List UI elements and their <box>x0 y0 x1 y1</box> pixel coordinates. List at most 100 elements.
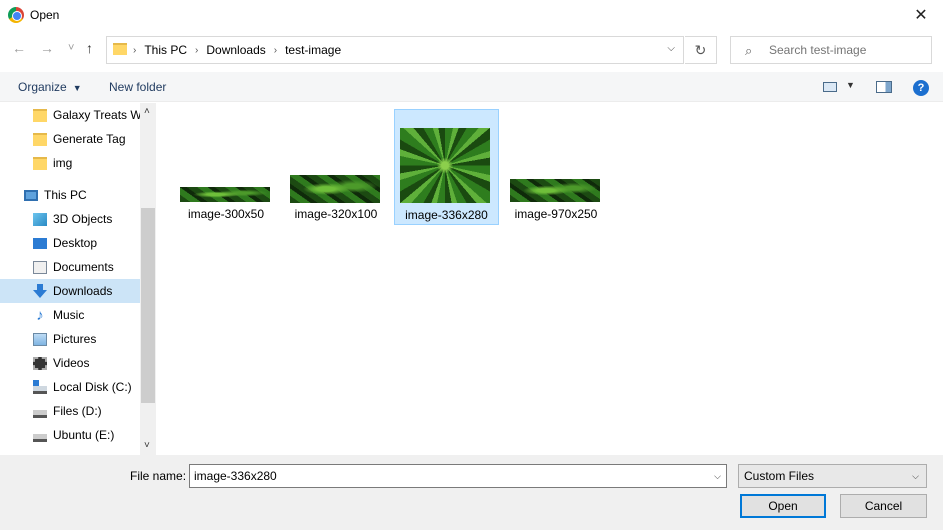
3d-objects-icon <box>33 212 47 226</box>
sidebar-item-label: Downloads <box>53 284 113 298</box>
chevron-right-icon[interactable]: › <box>195 45 198 56</box>
file-name: image-300x50 <box>187 207 265 221</box>
toolbar: Organize ▼ New folder ▼ ? <box>0 72 943 102</box>
back-arrow-icon[interactable]: ← <box>12 40 26 56</box>
folder-icon <box>113 43 127 55</box>
folder-icon <box>33 132 47 146</box>
search-icon: ⌕ <box>745 43 753 58</box>
organize-button[interactable]: Organize ▼ <box>18 80 82 94</box>
computer-icon <box>24 189 38 201</box>
sidebar-item-label: Ubuntu (E:) <box>53 428 115 442</box>
sidebar-item-videos[interactable]: Videos <box>0 351 140 375</box>
file-name: image-320x100 <box>294 207 378 221</box>
navigation-pane: Galaxy Treats We Generate Tag img This P… <box>0 103 156 455</box>
organize-label: Organize <box>18 80 67 94</box>
search-box[interactable]: ⌕ <box>730 36 932 64</box>
sidebar-item-img[interactable]: img <box>0 151 140 175</box>
chevron-up-icon[interactable]: ˄ <box>144 106 150 117</box>
breadcrumb-downloads[interactable]: Downloads <box>206 43 265 57</box>
file-list: image-300x50 image-320x100 image-336x280… <box>158 103 943 455</box>
local-disk-icon <box>33 379 47 394</box>
music-icon: ♪ <box>36 306 44 324</box>
downloads-icon <box>33 284 47 298</box>
sidebar-item-label: img <box>53 156 73 170</box>
close-button[interactable]: ✕ <box>899 0 943 30</box>
chevron-right-icon[interactable]: › <box>274 45 277 56</box>
documents-icon <box>33 260 47 274</box>
image-thumbnail <box>180 187 270 202</box>
up-arrow-icon[interactable]: ↑ <box>86 40 93 56</box>
sidebar-item-local-disk-c[interactable]: Local Disk (C:) <box>0 375 140 399</box>
sidebar-item-generate-tag[interactable]: Generate Tag <box>0 127 140 151</box>
sidebar-item-music[interactable]: ♪ Music <box>0 303 140 327</box>
sidebar-item-label: Local Disk (C:) <box>53 380 132 394</box>
cancel-button[interactable]: Cancel <box>840 494 927 518</box>
file-item[interactable]: image-970x250 <box>506 173 606 221</box>
chevron-down-icon[interactable]: ⌵ <box>714 471 721 482</box>
scrollbar-thumb[interactable] <box>141 208 155 403</box>
file-item[interactable]: image-320x100 <box>286 171 386 221</box>
sidebar-item-label: Videos <box>53 356 90 370</box>
chevron-down-icon[interactable]: ⌵ <box>912 471 919 482</box>
sidebar-item-label: Documents <box>53 260 114 274</box>
drive-icon <box>33 409 47 418</box>
sidebar-item-label: This PC <box>44 188 87 202</box>
pictures-icon <box>33 332 47 346</box>
chevron-right-icon: › <box>133 44 137 56</box>
window-title: Open <box>30 8 60 22</box>
sidebar-item-label: Generate Tag <box>53 132 126 146</box>
recent-locations-icon[interactable]: ˅ <box>68 42 74 54</box>
sidebar-item-label: Files (D:) <box>53 404 102 418</box>
address-bar[interactable]: › This PC › Downloads › test-image ⌵ <box>106 36 684 64</box>
refresh-button[interactable]: ↻ <box>685 36 717 64</box>
sidebar-item-ubuntu-e[interactable]: Ubuntu (E:) <box>0 423 140 447</box>
file-item-selected[interactable]: image-336x280 <box>394 109 499 225</box>
sidebar-item-3d-objects[interactable]: 3D Objects <box>0 207 140 231</box>
sidebar-item-label: Desktop <box>53 236 98 250</box>
chevron-down-icon[interactable]: ˅ <box>144 440 150 451</box>
search-input[interactable] <box>769 41 927 59</box>
breadcrumb-this-pc[interactable]: This PC <box>144 43 187 57</box>
sidebar-item-label: Music <box>53 308 85 322</box>
file-name: image-970x250 <box>514 207 598 221</box>
new-folder-button[interactable]: New folder <box>109 80 166 94</box>
file-name-field[interactable]: image-336x280 ⌵ <box>189 464 727 488</box>
help-icon[interactable]: ? <box>913 80 929 96</box>
open-button[interactable]: Open <box>740 494 826 518</box>
sidebar-item-documents[interactable]: Documents <box>0 255 140 279</box>
sidebar-item-downloads[interactable]: Downloads <box>0 279 140 303</box>
sidebar-item-pictures[interactable]: Pictures <box>0 327 140 351</box>
file-type-value: Custom Files <box>744 469 815 483</box>
change-view-icon[interactable] <box>823 82 837 92</box>
image-thumbnail <box>290 175 380 203</box>
file-name: image-336x280 <box>405 208 488 222</box>
image-thumbnail <box>510 179 600 202</box>
sidebar-item-label: 3D Objects <box>53 212 113 226</box>
sidebar-item-files-d[interactable]: Files (D:) <box>0 399 140 423</box>
forward-arrow-icon[interactable]: → <box>40 40 54 56</box>
videos-icon <box>33 356 47 370</box>
sidebar-item-label: Pictures <box>53 332 97 346</box>
desktop-icon <box>33 237 47 249</box>
image-thumbnail <box>400 128 490 203</box>
sidebar-item-label: Galaxy Treats We <box>53 108 140 122</box>
sidebar-item-galaxy-treats[interactable]: Galaxy Treats We <box>0 103 140 127</box>
chevron-down-icon[interactable]: ⌵ <box>667 43 675 54</box>
breadcrumb-test-image[interactable]: test-image <box>285 43 341 57</box>
file-type-select[interactable]: Custom Files ⌵ <box>738 464 927 488</box>
title-bar: Open ✕ <box>0 0 943 30</box>
sidebar-item-this-pc[interactable]: This PC <box>0 183 140 207</box>
preview-pane-icon[interactable] <box>876 81 892 93</box>
file-item[interactable]: image-300x50 <box>176 181 276 221</box>
file-name-value[interactable]: image-336x280 <box>194 469 277 483</box>
refresh-icon: ↻ <box>694 41 707 58</box>
file-name-label: File name: <box>130 469 187 483</box>
breadcrumb: › This PC › Downloads › test-image <box>133 43 341 57</box>
sidebar-item-desktop[interactable]: Desktop <box>0 231 140 255</box>
chevron-down-icon: ▼ <box>72 83 82 93</box>
folder-icon <box>33 156 47 170</box>
folder-icon <box>33 108 47 122</box>
chevron-down-icon[interactable]: ▼ <box>846 80 855 90</box>
drive-icon <box>33 433 47 442</box>
chrome-icon <box>8 7 24 23</box>
